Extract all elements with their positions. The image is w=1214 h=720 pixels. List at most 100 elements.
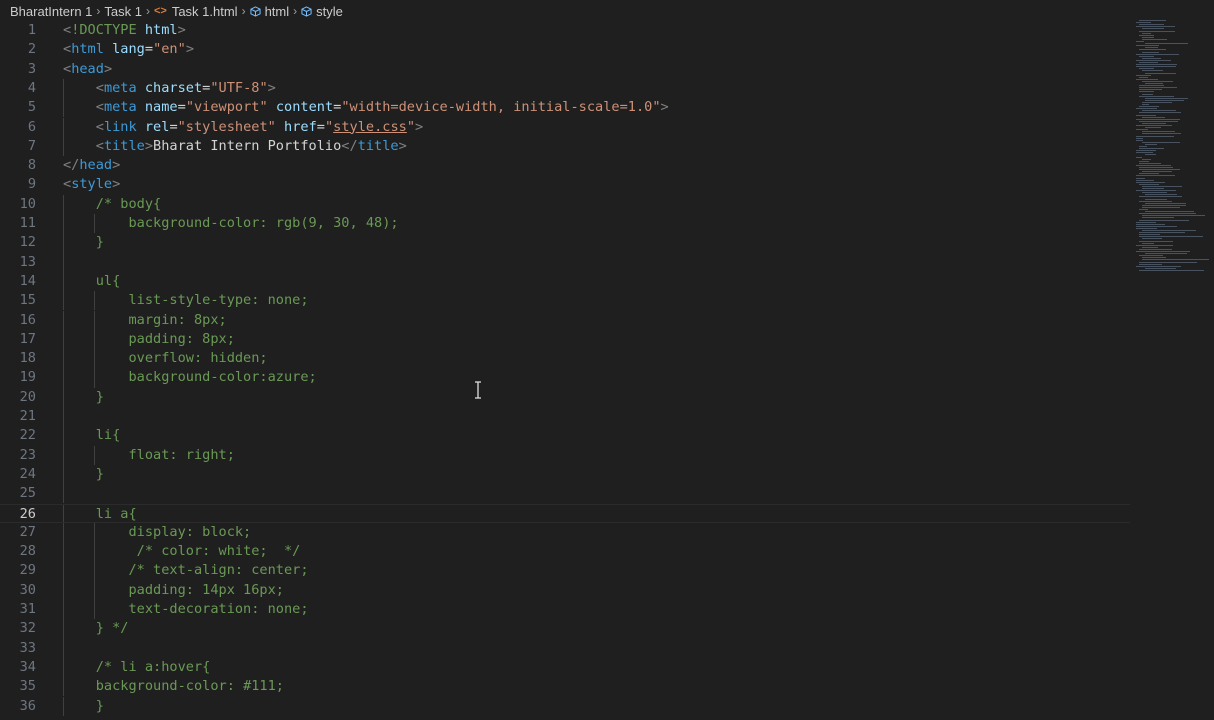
minimap-line: [1136, 251, 1190, 252]
minimap[interactable]: [1136, 20, 1214, 280]
code-line[interactable]: 9 <style>: [0, 175, 1130, 194]
minimap-line: [1139, 255, 1163, 257]
indent-guide: [63, 214, 64, 234]
code-line[interactable]: 22 li{: [0, 426, 1130, 446]
code-line[interactable]: 30 padding: 14px 16px;: [0, 580, 1130, 600]
minimap-line: [1139, 91, 1154, 93]
indent-guide: [63, 522, 64, 543]
code-line[interactable]: 12 }: [0, 233, 1130, 253]
minimap-line: [1142, 32, 1151, 34]
indent-guide: [63, 657, 64, 678]
indent-guide: [94, 561, 96, 581]
minimap-line: [1139, 68, 1154, 70]
code-line[interactable]: 10 /* body{: [0, 194, 1130, 214]
code-line[interactable]: 26 li a{: [0, 503, 1130, 523]
code-line[interactable]: 20 }: [0, 387, 1130, 407]
code-line[interactable]: 4 <meta charset="UTF-8">: [0, 78, 1130, 99]
code-line[interactable]: 27 display: block;: [0, 522, 1130, 543]
line-number: 16: [19, 311, 36, 328]
minimap-line: [1142, 28, 1164, 30]
minimap-line: [1136, 22, 1152, 24]
minimap-line: [1142, 192, 1167, 194]
code-line[interactable]: 33: [0, 638, 1130, 658]
line-number: 28: [19, 543, 36, 560]
indent-guide: [63, 619, 64, 639]
minimap-line: [1142, 116, 1165, 118]
code-line[interactable]: 14 ul{: [0, 271, 1130, 292]
code-line[interactable]: 18 overflow: hidden;: [0, 349, 1130, 369]
code-token: <: [95, 99, 104, 116]
minimap-line: [1142, 204, 1186, 206]
breadcrumb-file-task1-html[interactable]: Task 1.html: [172, 4, 238, 19]
code-line[interactable]: 17 padding: 8px;: [0, 329, 1130, 350]
code-line[interactable]: 11 background-color: rgb(9, 30, 48);: [0, 214, 1130, 234]
code-token: =: [177, 99, 186, 116]
code-line[interactable]: 29 /* text-align: center;: [0, 561, 1130, 581]
minimap-line: [1145, 202, 1186, 204]
code-line[interactable]: 6 <link rel="stylesheet" href="style.css…: [0, 117, 1130, 137]
code-line[interactable]: 3 <head>: [0, 60, 1130, 79]
indent-guide: [63, 194, 64, 214]
line-content: li{: [63, 426, 121, 445]
code-line[interactable]: 35 background-color: #111;: [0, 677, 1130, 697]
code-line[interactable]: 13: [0, 252, 1130, 272]
minimap-line: [1142, 70, 1164, 72]
indent-guide: [94, 600, 96, 620]
minimap-line: [1139, 236, 1203, 238]
line-number: 30: [19, 581, 36, 598]
minimap-line: [1142, 257, 1166, 259]
code-line[interactable]: 36 }: [0, 696, 1130, 716]
code-editor[interactable]: 1 <!DOCTYPE html> 2 <html lang="en"> 3 <head>…: [0, 21, 1135, 720]
code-line[interactable]: 24 }: [0, 464, 1130, 485]
breadcrumb-symbol-html[interactable]: html: [265, 4, 290, 19]
code-line[interactable]: 21: [0, 407, 1130, 427]
code-line[interactable]: 25: [0, 484, 1130, 504]
line-number: 6: [27, 118, 36, 135]
minimap-line: [1136, 177, 1145, 179]
line-content: }: [63, 233, 104, 252]
code-token: "UTF-8": [210, 79, 268, 96]
line-content: margin: 8px;: [63, 311, 226, 330]
code-line[interactable]: 5 <meta name="viewport" content="width=d…: [0, 98, 1130, 118]
breadcrumb-folder-task1[interactable]: Task 1: [104, 4, 142, 19]
minimap-line: [1139, 49, 1166, 51]
breadcrumb-folder-bharatintern[interactable]: BharatIntern 1: [10, 4, 92, 19]
code-line[interactable]: 16 margin: 8px;: [0, 310, 1130, 330]
code-line[interactable]: 15 list-style-type: none;: [0, 291, 1130, 311]
breadcrumb-symbol-style[interactable]: style: [316, 4, 343, 19]
code-token: name: [144, 99, 178, 116]
minimap-line: [1136, 244, 1174, 246]
code-token: >: [660, 99, 669, 116]
minimap-line: [1142, 171, 1173, 173]
code-token: style: [71, 176, 113, 193]
minimap-line: [1136, 108, 1157, 110]
code-line[interactable]: 34 /* li a:hover{: [0, 657, 1130, 678]
indent-guide: [94, 349, 96, 369]
code-line[interactable]: 31 text-decoration: none;: [0, 600, 1130, 620]
minimap-line: [1142, 131, 1175, 133]
code-line[interactable]: 23 float: right;: [0, 445, 1130, 465]
line-content: /* body{: [63, 195, 161, 214]
code-line[interactable]: 2 <html lang="en">: [0, 40, 1130, 59]
code-line[interactable]: 19 background-color:azure;: [0, 368, 1130, 388]
code-token: background-color:azure;: [128, 369, 317, 386]
code-line[interactable]: 1 <!DOCTYPE html>: [0, 21, 1130, 40]
code-token: <: [63, 60, 72, 77]
line-number: 9: [27, 176, 36, 193]
minimap-line: [1136, 164, 1171, 166]
minimap-line: [1142, 217, 1175, 219]
code-line[interactable]: 32 } */: [0, 619, 1130, 639]
line-content: list-style-type: none;: [63, 291, 308, 310]
code-line[interactable]: 8 </head>: [0, 156, 1130, 175]
indent-guide: [94, 329, 96, 350]
code-token: display: block;: [128, 523, 252, 540]
code-line[interactable]: 28 /* color: white; */: [0, 542, 1130, 562]
minimap-line: [1136, 181, 1165, 183]
code-line[interactable]: 7 <title>Bharat Intern Portfolio</title>: [0, 136, 1130, 157]
